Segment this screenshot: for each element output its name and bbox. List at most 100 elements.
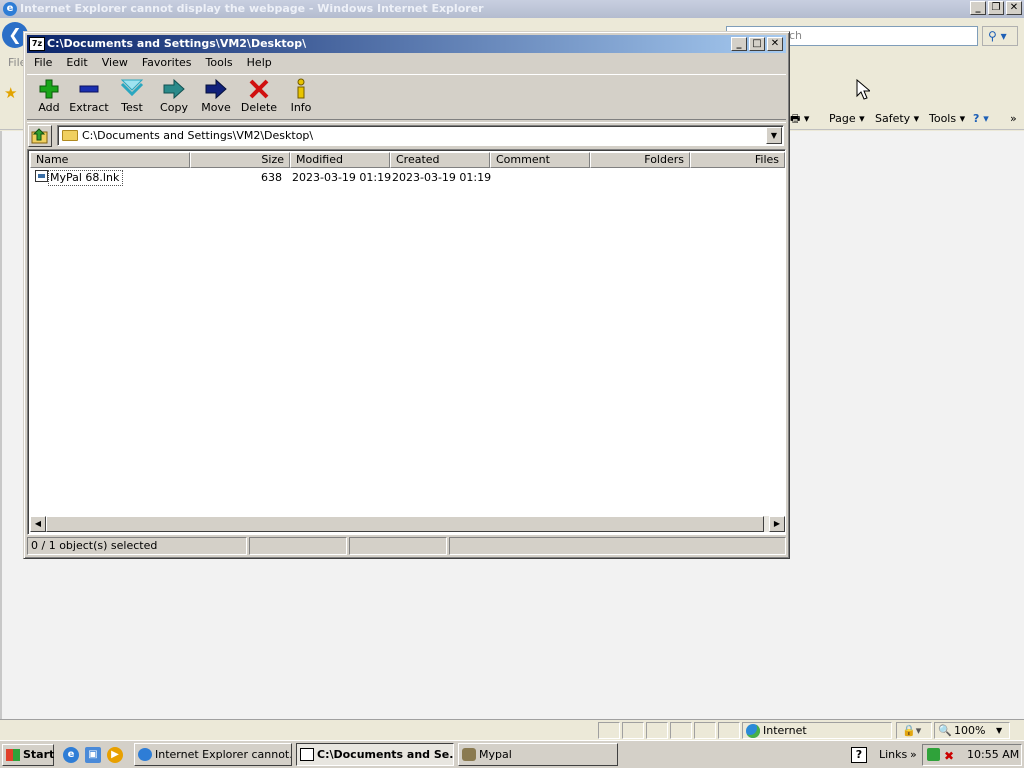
chevron-right-icon[interactable]: » bbox=[1010, 112, 1017, 126]
security-icon: 🔒▾ bbox=[902, 724, 922, 737]
maximize-icon[interactable]: □ bbox=[749, 37, 765, 51]
status-cell bbox=[694, 722, 716, 739]
folder-up-icon bbox=[31, 128, 48, 144]
status-cell bbox=[249, 537, 347, 555]
links-toolbar[interactable]: Links bbox=[879, 744, 907, 766]
close-icon[interactable]: ✕ bbox=[1006, 1, 1022, 15]
file-created: 2023-03-19 01:19 bbox=[392, 171, 492, 184]
delete-icon bbox=[237, 77, 281, 101]
file-size: 638 bbox=[261, 171, 282, 184]
sevenzip-status-bar: 0 / 1 object(s) selected bbox=[27, 537, 786, 556]
minimize-icon[interactable]: _ bbox=[970, 1, 986, 15]
search-placeholder: ch bbox=[789, 29, 803, 42]
mypal-task-icon bbox=[462, 748, 476, 761]
zoom-dropdown-icon[interactable]: ▼ bbox=[996, 723, 1002, 738]
chevron-right-icon[interactable]: » bbox=[910, 744, 917, 766]
file-name: MyPal 68.lnk bbox=[48, 170, 124, 186]
path-combobox[interactable]: C:\Documents and Settings\VM2\Desktop\ ▼ bbox=[57, 125, 784, 146]
network-disconnected-icon[interactable]: ✖ bbox=[944, 746, 954, 766]
move-icon bbox=[194, 77, 238, 101]
status-cell bbox=[718, 722, 740, 739]
add-button[interactable]: Add bbox=[27, 77, 71, 119]
extract-button[interactable]: Extract bbox=[67, 77, 111, 119]
favorites-star-icon[interactable]: ★ bbox=[4, 84, 17, 102]
menu-favorites[interactable]: Favorites bbox=[135, 54, 199, 72]
shortcut-file-icon bbox=[35, 170, 48, 182]
delete-button[interactable]: Delete bbox=[237, 77, 281, 119]
search-icon[interactable]: ⚲ ▾ bbox=[982, 26, 1018, 46]
column-header-modified[interactable]: Modified bbox=[290, 152, 390, 168]
status-cell bbox=[622, 722, 644, 739]
copy-icon bbox=[152, 77, 196, 101]
sevenzip-menu-bar: File Edit View Favorites Tools Help bbox=[27, 54, 279, 72]
print-icon[interactable]: 🖶 ▾ bbox=[790, 112, 809, 126]
menu-view[interactable]: View bbox=[95, 54, 135, 72]
test-button[interactable]: Test bbox=[110, 77, 154, 119]
column-header-name[interactable]: Name bbox=[30, 152, 190, 168]
chevron-down-icon[interactable]: ▼ bbox=[766, 127, 782, 144]
path-text: C:\Documents and Settings\VM2\Desktop\ bbox=[82, 129, 314, 142]
horizontal-scrollbar[interactable]: ◀ ▶ bbox=[30, 516, 785, 532]
selection-status: 0 / 1 object(s) selected bbox=[27, 537, 247, 555]
ie-logo-icon: e bbox=[3, 2, 17, 16]
page-menu[interactable]: Page ▾ bbox=[829, 112, 865, 126]
info-button[interactable]: Info bbox=[279, 77, 323, 119]
start-button[interactable]: Start bbox=[2, 744, 54, 766]
sevenzip-window: 7z C:\Documents and Settings\VM2\Desktop… bbox=[23, 31, 790, 559]
table-row[interactable]: MyPal 68.lnk 638 2023-03-19 01:19 2023-0… bbox=[30, 170, 785, 186]
status-cell bbox=[670, 722, 692, 739]
scroll-thumb[interactable] bbox=[46, 516, 764, 532]
ie-task-icon bbox=[138, 748, 152, 761]
move-label: Move bbox=[201, 101, 231, 114]
help-icon[interactable]: ? bbox=[851, 747, 867, 763]
scroll-left-icon[interactable]: ◀ bbox=[30, 516, 46, 532]
menu-edit[interactable]: Edit bbox=[59, 54, 94, 72]
restore-icon[interactable]: ❐ bbox=[988, 1, 1004, 15]
close-icon[interactable]: ✕ bbox=[767, 37, 783, 51]
taskbar-item-7zip[interactable]: C:\Documents and Se... bbox=[296, 743, 454, 766]
status-cell bbox=[598, 722, 620, 739]
internet-zone-label: Internet bbox=[763, 724, 807, 737]
safety-menu-label: Safety bbox=[875, 112, 911, 125]
ie-title-bar: e Internet Explorer cannot display the w… bbox=[0, 0, 1024, 18]
sevenzip-window-buttons: _ □ ✕ bbox=[731, 37, 783, 51]
test-label: Test bbox=[121, 101, 143, 114]
menu-file[interactable]: File bbox=[27, 54, 59, 72]
help-icon[interactable]: ? ▾ bbox=[973, 112, 989, 126]
copy-button[interactable]: Copy bbox=[152, 77, 196, 119]
minimize-icon[interactable]: _ bbox=[731, 37, 747, 51]
file-list[interactable]: Name Size Modified Created Comment Folde… bbox=[27, 149, 786, 535]
network-icon[interactable] bbox=[927, 748, 940, 761]
column-header-size[interactable]: Size bbox=[190, 152, 290, 168]
ie-quicklaunch-icon[interactable]: e bbox=[63, 747, 79, 763]
taskbar: Start e ▣ ▶ Internet Explorer cannot... … bbox=[0, 740, 1024, 768]
tools-menu[interactable]: Tools ▾ bbox=[929, 112, 965, 126]
taskbar-item-7zip-label: C:\Documents and Se... bbox=[317, 748, 454, 761]
desktop-quicklaunch-icon[interactable]: ▣ bbox=[85, 747, 101, 763]
column-header-row: Name Size Modified Created Comment Folde… bbox=[30, 152, 785, 168]
zoom-level: 100% bbox=[954, 724, 986, 737]
sevenzip-toolbar: Add Extract Test Copy Move Delete Info bbox=[27, 74, 786, 120]
menu-help[interactable]: Help bbox=[240, 54, 279, 72]
taskbar-item-ie[interactable]: Internet Explorer cannot... bbox=[134, 743, 292, 766]
tools-menu-label: Tools bbox=[929, 112, 957, 125]
file-modified: 2023-03-19 01:19 bbox=[292, 171, 392, 184]
column-header-files[interactable]: Files bbox=[690, 152, 785, 168]
clock[interactable]: 10:55 AM bbox=[967, 745, 1019, 765]
safety-menu[interactable]: Safety ▾ bbox=[875, 112, 919, 126]
ie-status-bar: Internet 🔒▾ 🔍 100% ▼ bbox=[0, 719, 1024, 740]
sevenzip-title-bar[interactable]: 7z C:\Documents and Settings\VM2\Desktop… bbox=[27, 35, 786, 53]
info-label: Info bbox=[290, 101, 312, 114]
extract-icon bbox=[67, 77, 111, 101]
move-button[interactable]: Move bbox=[194, 77, 238, 119]
media-player-quicklaunch-icon[interactable]: ▶ bbox=[107, 747, 123, 763]
column-header-created[interactable]: Created bbox=[390, 152, 490, 168]
taskbar-item-mypal-label: Mypal bbox=[479, 748, 512, 761]
menu-tools[interactable]: Tools bbox=[199, 54, 240, 72]
column-header-comment[interactable]: Comment bbox=[490, 152, 590, 168]
scroll-right-icon[interactable]: ▶ bbox=[769, 516, 785, 532]
taskbar-item-mypal[interactable]: Mypal bbox=[458, 743, 618, 766]
column-header-folders[interactable]: Folders bbox=[590, 152, 690, 168]
folder-up-button[interactable] bbox=[28, 125, 52, 147]
mouse-cursor-icon bbox=[856, 79, 870, 100]
